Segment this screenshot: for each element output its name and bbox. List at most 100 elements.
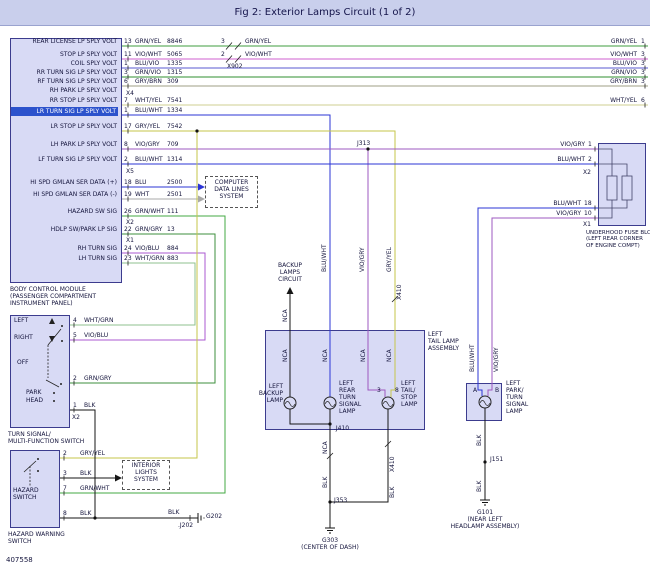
switch-position-label: RIGHT bbox=[14, 334, 33, 341]
bcm-row-label: REAR LICENSE LP SPLY VOLT bbox=[12, 38, 117, 45]
wire-label: BLU/WHT bbox=[546, 200, 581, 207]
wire-label-vertical: BLK bbox=[390, 487, 396, 498]
connector-pin: 2 bbox=[588, 156, 592, 163]
wire-label: VIO/BLU bbox=[135, 245, 159, 252]
wire-turnsw-ground bbox=[70, 410, 95, 518]
lamp-label: LEFT PARK/ TURN SIGNAL LAMP bbox=[506, 380, 528, 415]
hazard-switch-caption: HAZARD WARNING SWITCH bbox=[8, 531, 65, 545]
wire-label-vertical: NCA bbox=[283, 349, 289, 362]
connector-pin: 3 bbox=[641, 69, 645, 76]
bcm-row-label: RF TURN SIG LP SPLY VOLT bbox=[12, 78, 117, 85]
switch-position-label: LEFT bbox=[14, 317, 28, 324]
bcm-row-label: HI SPD GMLAN SER DATA (-) bbox=[12, 191, 117, 198]
splice-label: .J410 bbox=[334, 425, 349, 432]
arrow-gmlan-minus bbox=[198, 196, 205, 203]
wire-label: BLU/WHT bbox=[135, 107, 163, 114]
wire-label-vertical: GRY/YEL bbox=[387, 247, 393, 272]
connector-pin: 3 bbox=[221, 38, 225, 45]
wire-fuse-park-out bbox=[488, 218, 598, 396]
wire-label: BLU/VIO bbox=[597, 60, 637, 67]
wire-label: VIO/GRY bbox=[550, 141, 585, 148]
connector-id-vertical: X410 bbox=[397, 284, 403, 300]
wire-label-vertical: BLK bbox=[323, 477, 329, 488]
connector-id: X1 bbox=[583, 221, 591, 228]
wire-label-vertical: NCA bbox=[283, 309, 289, 322]
wire-label-vertical: VIO/GRY bbox=[494, 347, 500, 372]
bcm-row-label: COIL SPLY VOLT bbox=[12, 60, 117, 67]
connector-id: X902 bbox=[227, 63, 243, 70]
circuit-number: 8846 bbox=[167, 38, 182, 45]
circuit-number: 13 bbox=[167, 226, 175, 233]
connector-id: X1 bbox=[126, 237, 134, 244]
splice-label: .J202 bbox=[178, 522, 193, 529]
ground-label: G202 bbox=[206, 513, 222, 520]
bcm-pin: 3 bbox=[124, 69, 128, 76]
wire-label: BLK bbox=[80, 510, 91, 517]
backup-circuit-label: BACKUP LAMPS CIRCUIT bbox=[266, 262, 314, 283]
wire-label: GRY/YEL bbox=[80, 450, 105, 457]
lamp-label: LEFT BACKUP LAMP bbox=[258, 383, 283, 404]
connector-pin: 1 bbox=[588, 141, 592, 148]
circuit-number: 883 bbox=[167, 255, 178, 262]
bcm-pin: 7 bbox=[124, 97, 128, 104]
bcm-row-label: LR STOP LP SPLY VOLT bbox=[12, 123, 117, 130]
bcm-row-label: LH PARK LP SPLY VOLT bbox=[12, 141, 117, 148]
circuit-number: 884 bbox=[167, 245, 178, 252]
wire-label: VIO/WHT bbox=[245, 51, 272, 58]
junction-j313 bbox=[366, 147, 369, 150]
turn-switch-caption: TURN SIGNAL/ MULTI-FUNCTION SWITCH bbox=[8, 431, 84, 445]
wire-label: WHT/GRN bbox=[84, 317, 113, 324]
wire-label: BLU bbox=[135, 179, 147, 186]
circuit-number: 309 bbox=[167, 78, 178, 85]
circuit-number: 1335 bbox=[167, 60, 182, 67]
bcm-pin: 19 bbox=[124, 191, 132, 198]
bcm-pin: 1 bbox=[124, 60, 128, 67]
wire-label-vertical: NCA bbox=[387, 349, 393, 362]
lamp-pin: B bbox=[495, 387, 499, 394]
tail-assembly-caption: LEFT TAIL LAMP ASSEMBLY bbox=[428, 331, 459, 352]
connector-pin: 10 bbox=[584, 210, 592, 217]
wire-label: BLK bbox=[84, 402, 95, 409]
wire-label: GRY/BRN bbox=[597, 78, 637, 85]
splice-label: J353 bbox=[334, 497, 347, 504]
wire-label: GRN/VIO bbox=[135, 69, 161, 76]
bcm-row-label-highlighted: LR TURN SIG LP SPLY VOLT bbox=[11, 107, 118, 116]
computer-data-lines-label: COMPUTER DATA LINES SYSTEM bbox=[205, 179, 258, 200]
connector-pin: 6 bbox=[641, 97, 645, 104]
lamp-pin: A bbox=[473, 387, 477, 394]
wire-label: WHT/YEL bbox=[135, 97, 162, 104]
arrow-gmlan-plus bbox=[198, 184, 205, 191]
switch-pin: 7 bbox=[63, 485, 67, 492]
junction-hazard-feed bbox=[195, 129, 198, 132]
bcm-row-label: RH PARK LP SPLY VOLT bbox=[12, 87, 117, 94]
ground-symbol-g303 bbox=[325, 528, 335, 533]
bcm-row-label: HI SPD GMLAN SER DATA (+) bbox=[12, 179, 117, 186]
wire-label-vertical: NCA bbox=[323, 441, 329, 454]
connector-pin: 3 bbox=[641, 60, 645, 67]
wire-label: GRN/GRY bbox=[135, 226, 162, 233]
bcm-row-label: STOP LP SPLY VOLT bbox=[12, 51, 117, 58]
bcm-pin: 2 bbox=[124, 156, 128, 163]
connector-pin: 1 bbox=[641, 38, 645, 45]
junction-j151 bbox=[483, 460, 486, 463]
bcm-pin: 13 bbox=[124, 38, 132, 45]
switch-pin: 3 bbox=[63, 470, 67, 477]
wire-label: GRN/YEL bbox=[597, 38, 637, 45]
bcm-row-label: LH TURN SIG bbox=[12, 255, 117, 262]
wire-label-vertical: BLU/WHT bbox=[470, 344, 476, 372]
ground-label: G101 (NEAR LEFT HEADLAMP ASSEMBLY) bbox=[450, 509, 520, 530]
bcm-row-label: HAZARD SW SIG bbox=[12, 208, 117, 215]
connector-id: X2 bbox=[126, 219, 134, 226]
wire-label: GRY/YEL bbox=[135, 123, 160, 130]
wire-label: GRN/YEL bbox=[135, 38, 161, 45]
wire-label: GRY/BRN bbox=[135, 78, 162, 85]
switch-pin: 5 bbox=[73, 332, 77, 339]
circuit-number: 1314 bbox=[167, 156, 182, 163]
interior-lights-label: INTERIOR LIGHTS SYSTEM bbox=[122, 462, 170, 483]
wire-label: VIO/GRY bbox=[135, 141, 160, 148]
figure-title: Fig 2: Exterior Lamps Circuit (1 of 2) bbox=[235, 7, 416, 18]
wire-label: BLU/WHT bbox=[135, 156, 163, 163]
bcm-row-label: RH TURN SIG bbox=[12, 245, 117, 252]
circuit-number: 7541 bbox=[167, 97, 182, 104]
wire-label: WHT/YEL bbox=[597, 97, 637, 104]
